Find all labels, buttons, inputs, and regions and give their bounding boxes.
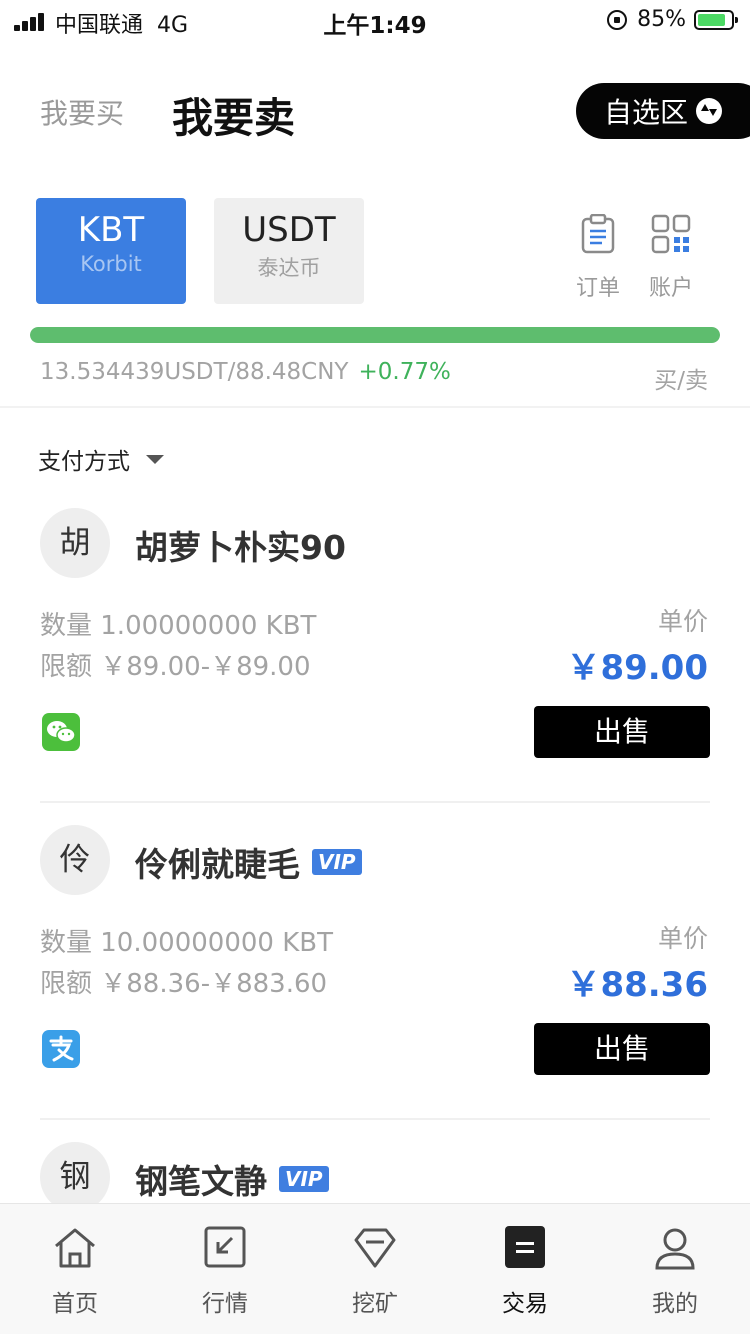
vip-badge: VIP [279,1166,329,1192]
merchant-name-text: 伶俐就睫毛 [135,845,300,884]
orders-label: 订单 [575,276,620,301]
coin-symbol: USDT [242,210,336,250]
battery-percent: 85% [637,7,686,32]
watchlist-label: 自选区 [604,96,689,129]
user-icon [655,1228,695,1270]
section-divider [0,406,750,408]
merchant-avatar[interactable]: 伶 [40,825,110,895]
nav-market[interactable]: 行情 [175,1226,275,1318]
nav-label: 挖矿 [352,1291,398,1317]
price-text: 13.534439USDT/88.48CNY [40,359,349,385]
price-line: 13.534439USDT/88.48CNY +0.77% [40,359,451,385]
unit-price-label: 单价 [657,924,708,953]
quantity-text: 数量 10.00000000 KBT [40,928,333,958]
payment-filter-label: 支付方式 [38,449,130,475]
app-screen: 中国联通 4G 上午1:49 85% 我要买 我要卖 自选区 KBT Korbi… [0,0,750,1334]
nav-mining[interactable]: 挖矿 [325,1226,425,1318]
account-label: 账户 [648,276,693,301]
nav-label: 首页 [52,1291,98,1317]
unit-price: ￥89.00 [566,648,708,688]
battery-icon [694,9,738,30]
caret-down-icon [146,454,164,464]
rotation-lock-icon [607,9,628,30]
quantity-text: 数量 1.00000000 KBT [40,611,317,641]
coin-name: Korbit [80,252,142,276]
clipboard-icon [581,213,615,254]
home-icon [55,1228,95,1268]
merchant-name[interactable]: 伶俐就睫毛 VIP [135,838,362,886]
row-divider [40,801,710,803]
market-icon [204,1226,246,1268]
status-bar: 中国联通 4G 上午1:49 85% [0,0,750,42]
merchant-name[interactable]: 胡萝卜朴实90 [135,521,346,569]
wechat-pay-icon [42,713,80,751]
limit-text: 限额 ￥89.00-￥89.00 [40,652,311,682]
nav-label: 交易 [502,1291,548,1317]
merchant-avatar[interactable]: 胡 [40,508,110,578]
nav-trade[interactable]: 交易 [475,1226,575,1318]
sell-button[interactable]: 出售 [534,1023,710,1075]
progress-fill [30,327,720,343]
row-divider [40,1118,710,1120]
vip-badge: VIP [312,849,362,875]
trade-icon [505,1226,545,1268]
tab-sell[interactable]: 我要卖 [172,84,295,144]
watchlist-button[interactable]: 自选区 [576,83,750,139]
price-change: +0.77% [358,359,451,385]
nav-label: 我的 [652,1291,698,1317]
merchant-name-text: 钢笔文静 [135,1162,267,1201]
coin-card-kbt[interactable]: KBT Korbit [36,198,186,304]
limit-text: 限额 ￥88.36-￥883.60 [40,969,328,999]
account-button[interactable]: 账户 [641,214,701,302]
status-right: 85% [607,7,738,32]
tab-buy[interactable]: 我要买 [40,92,124,132]
alipay-icon [42,1030,80,1068]
buy-sell-link[interactable]: 买/卖 [654,361,708,395]
coin-symbol: KBT [77,210,145,250]
market-progress-bar [30,327,720,343]
orders-button[interactable]: 订单 [568,213,628,302]
sell-button[interactable]: 出售 [534,706,710,758]
nav-label: 行情 [202,1291,248,1317]
coin-name: 泰达币 [257,256,321,280]
swap-icon [696,98,723,124]
coin-card-usdt[interactable]: USDT 泰达币 [214,198,364,304]
nav-home[interactable]: 首页 [25,1226,125,1318]
nav-me[interactable]: 我的 [625,1226,725,1318]
payment-method-filter[interactable]: 支付方式 [38,442,164,476]
diamond-icon [354,1228,396,1268]
merchant-avatar[interactable]: 钢 [40,1142,110,1212]
merchant-name[interactable]: 钢笔文静 VIP [135,1155,329,1203]
unit-price: ￥88.36 [566,965,708,1005]
unit-price-label: 单价 [657,607,708,636]
grid-icon [651,214,691,254]
merchant-name-text: 胡萝卜朴实90 [135,528,346,567]
bottom-tab-bar: 首页 行情 挖矿 交易 我的 [0,1203,750,1334]
